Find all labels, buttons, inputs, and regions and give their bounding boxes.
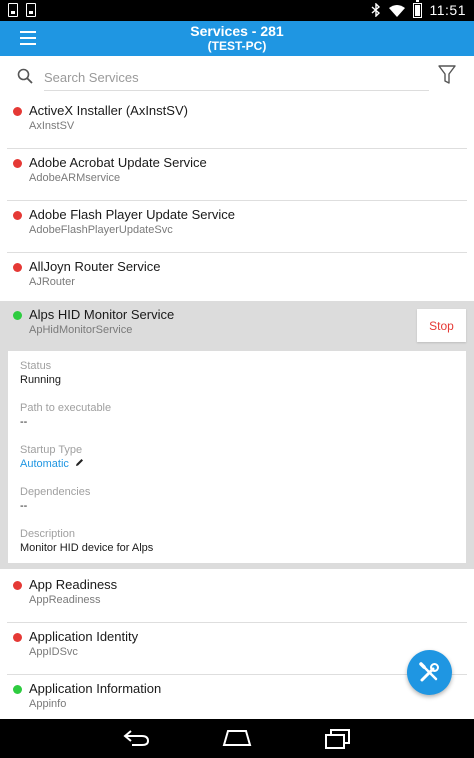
service-title: Application Information [29, 681, 162, 696]
service-name: AdobeFlashPlayerUpdateSvc [29, 224, 173, 236]
path-label: Path to executable [20, 402, 112, 414]
stop-button[interactable]: Stop [417, 309, 466, 342]
notification-sd-icon [26, 3, 36, 17]
wifi-icon [388, 4, 405, 17]
filter-icon[interactable] [438, 65, 456, 85]
service-details-card: Status Running Path to executable -- Sta… [8, 351, 466, 563]
service-list: ActiveX Installer (AxInstSV) AxInstSV Ad… [0, 97, 474, 305]
expanded-service-header[interactable]: Alps HID Monitor Service ApHidMonitorSer… [7, 301, 467, 353]
stopped-status-icon [13, 211, 22, 220]
service-title: Alps HID Monitor Service [29, 307, 175, 322]
path-value: -- [20, 416, 28, 428]
list-item[interactable]: ActiveX Installer (AxInstSV) AxInstSV [7, 97, 467, 149]
service-title: ActiveX Installer (AxInstSV) [29, 103, 188, 118]
service-list-continued: App Readiness AppReadiness Application I… [0, 571, 474, 727]
status-value: Running [20, 374, 61, 386]
service-name: ApHidMonitorService [29, 324, 133, 336]
service-name: AdobeARMservice [29, 172, 121, 184]
app-bar: Services - 281 (TEST-PC) [0, 21, 474, 56]
back-icon[interactable] [122, 729, 150, 747]
service-title: Adobe Flash Player Update Service [29, 207, 235, 222]
tools-fab-button[interactable] [407, 650, 452, 695]
stopped-status-icon [13, 581, 22, 590]
service-name: AppIDSvc [29, 646, 78, 658]
status-label: Status [20, 360, 52, 372]
service-title: AllJoyn Router Service [29, 259, 161, 274]
service-name: AJRouter [29, 276, 75, 288]
service-name: AppReadiness [29, 594, 101, 606]
page-title: Services - 281 [190, 23, 284, 39]
service-title: Application Identity [29, 629, 139, 644]
search-bar [0, 56, 474, 98]
search-icon [17, 68, 33, 84]
notification-doc-icon [8, 3, 18, 17]
system-navigation-bar [0, 719, 474, 758]
status-bar: 11:51 [0, 0, 474, 21]
stopped-status-icon [13, 263, 22, 272]
page-subtitle: (TEST-PC) [207, 39, 267, 53]
stopped-status-icon [13, 159, 22, 168]
service-title: Adobe Acrobat Update Service [29, 155, 207, 170]
dependencies-value: -- [20, 500, 28, 512]
description-label: Description [20, 528, 76, 540]
clock: 11:51 [429, 2, 466, 18]
bluetooth-icon [371, 3, 380, 17]
list-item[interactable]: AllJoyn Router Service AJRouter [7, 253, 467, 305]
recent-apps-icon[interactable] [324, 729, 352, 749]
running-status-icon [13, 685, 22, 694]
service-title: App Readiness [29, 577, 118, 592]
startup-type-label: Startup Type [20, 444, 83, 456]
startup-type-field[interactable]: Automatic [20, 458, 84, 470]
battery-icon [412, 0, 422, 18]
edit-pencil-icon[interactable] [75, 458, 84, 467]
service-name: Appinfo [29, 698, 67, 710]
tools-icon [419, 662, 439, 682]
search-input[interactable] [44, 65, 429, 91]
list-item[interactable]: Application Identity AppIDSvc [7, 623, 467, 675]
running-status-icon [13, 311, 22, 320]
dependencies-label: Dependencies [20, 486, 91, 498]
description-value: Monitor HID device for Alps [20, 542, 154, 554]
startup-type-value[interactable]: Automatic [20, 458, 69, 470]
stopped-status-icon [13, 107, 22, 116]
list-item[interactable]: Adobe Flash Player Update Service AdobeF… [7, 201, 467, 253]
service-name: AxInstSV [29, 120, 75, 132]
stopped-status-icon [13, 633, 22, 642]
list-item[interactable]: App Readiness AppReadiness [7, 571, 467, 623]
list-item[interactable]: Adobe Acrobat Update Service AdobeARMser… [7, 149, 467, 201]
home-icon[interactable] [222, 729, 252, 747]
